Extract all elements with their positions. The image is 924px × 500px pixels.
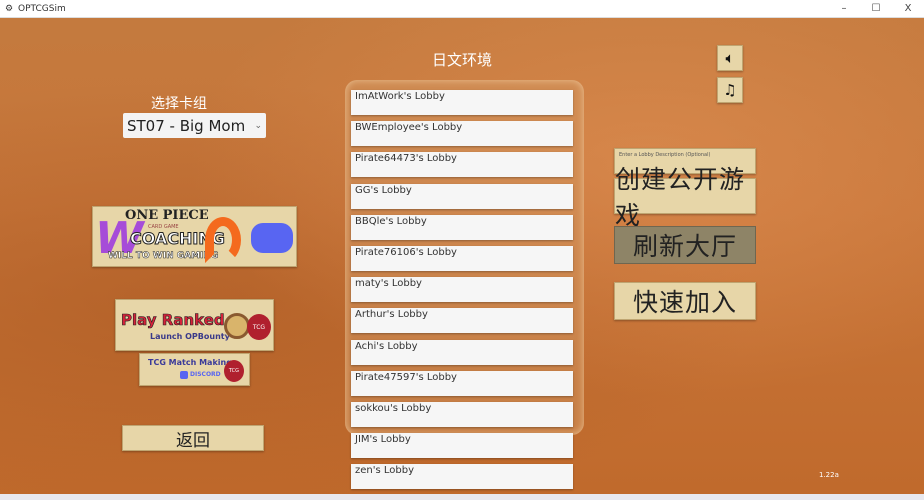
- lobby-row[interactable]: maty's Lobby: [351, 277, 573, 303]
- lobby-row[interactable]: ImAtWork's Lobby: [351, 90, 573, 115]
- lobby-row[interactable]: Arthur's Lobby: [351, 308, 573, 334]
- music-note-icon: ♫: [723, 81, 737, 99]
- close-button[interactable]: X: [892, 0, 924, 18]
- coaching-line1: ONE PIECE: [125, 208, 209, 223]
- play-ranked-button[interactable]: Play Ranked Launch OPBounty TCG: [115, 299, 274, 351]
- taskbar: [0, 494, 924, 500]
- ranked-title: Play Ranked: [121, 311, 225, 330]
- lobby-row[interactable]: Achi's Lobby: [351, 339, 573, 365]
- back-button[interactable]: 返回: [122, 425, 264, 451]
- coaching-line4: WILL TO WIN GAMING: [108, 251, 219, 262]
- lobby-row[interactable]: BBQle's Lobby: [351, 214, 573, 240]
- chevron-down-icon: ⌄: [254, 120, 262, 131]
- deck-label: 选择卡组: [151, 96, 207, 112]
- app-icon: ⚙: [5, 3, 14, 14]
- speaker-icon: 🔈︎: [725, 49, 735, 67]
- minimize-button[interactable]: –: [828, 0, 860, 18]
- patreon-icon[interactable]: [205, 217, 241, 263]
- matchmaking-subtitle: DISCORD: [190, 371, 221, 378]
- version-label: 1.22a: [819, 471, 839, 479]
- lobby-row[interactable]: Pirate64473's Lobby: [351, 152, 573, 178]
- ranked-subtitle: Launch OPBounty: [150, 332, 230, 341]
- lobby-row[interactable]: sokkou's Lobby: [351, 402, 573, 427]
- refresh-lobby-button[interactable]: 刷新大厅: [614, 226, 756, 264]
- lobby-row[interactable]: BWEmployee's Lobby: [351, 121, 573, 147]
- game-area: 日文环境 选择卡组 ST07 - Big Mom ⌄ W ONE PIECE C…: [0, 18, 924, 494]
- maximize-button[interactable]: ☐: [860, 0, 892, 18]
- title-bar: ⚙ OPTCGSim – ☐ X: [0, 0, 924, 18]
- discord-icon: [180, 371, 188, 379]
- tcg-matchmaking-button[interactable]: TCG Match Making DISCORD TCG: [139, 353, 250, 386]
- lobby-row[interactable]: Pirate76106's Lobby: [351, 246, 573, 271]
- lobby-row[interactable]: GG's Lobby: [351, 183, 573, 209]
- lobby-row[interactable]: zen's Lobby: [351, 464, 573, 490]
- create-public-game-button[interactable]: 创建公开游戏: [614, 165, 756, 230]
- sound-toggle-button[interactable]: 🔈︎: [717, 45, 743, 71]
- music-toggle-button[interactable]: ♫: [717, 77, 743, 103]
- language-label: 日文环境: [432, 51, 493, 69]
- matchmaking-title: TCG Match Making: [148, 358, 232, 367]
- lobby-row[interactable]: Pirate47597's Lobby: [351, 370, 573, 396]
- discord-icon[interactable]: [251, 223, 293, 253]
- quick-join-button[interactable]: 快速加入: [614, 282, 756, 320]
- coaching-banner[interactable]: W ONE PIECE CARD GAME COACHING WILL TO W…: [92, 206, 297, 267]
- deck-dropdown[interactable]: ST07 - Big Mom ⌄: [123, 113, 266, 138]
- tcg-badge-icon: TCG: [247, 314, 271, 340]
- lobby-row[interactable]: JIM's Lobby: [351, 433, 573, 459]
- tcg-badge-icon: TCG: [224, 360, 244, 382]
- window-title: OPTCGSim: [18, 3, 66, 14]
- deck-selected: ST07 - Big Mom: [127, 116, 246, 135]
